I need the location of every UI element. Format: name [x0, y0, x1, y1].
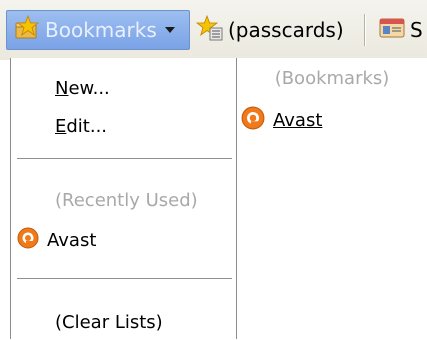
passcards-button-label: (passcards) — [228, 18, 344, 42]
bookmark-item-avast[interactable]: Avast — [237, 102, 427, 138]
avast-icon — [17, 227, 39, 254]
bookmarks-button-label: Bookmarks — [45, 18, 157, 42]
star-list-icon — [195, 14, 224, 46]
recently-used-header: (Recently Used) — [11, 182, 236, 218]
menu-item-edit[interactable]: Edit... — [11, 108, 236, 144]
bookmarks-header-label: (Bookmarks) — [274, 67, 390, 89]
clear-lists-label: (Clear Lists) — [55, 311, 163, 333]
menu-item-recent-avast[interactable]: Avast — [11, 222, 236, 258]
new-label-rest: ew... — [68, 77, 110, 99]
bookmarks-menu-button[interactable]: Bookmarks — [6, 10, 190, 50]
menu-item-new[interactable]: New... — [11, 70, 236, 106]
menu-separator — [17, 278, 232, 279]
edit-label-rest: dit... — [66, 115, 108, 137]
identity-button[interactable]: S — [378, 10, 423, 50]
chevron-down-icon — [164, 27, 175, 33]
id-card-icon — [378, 15, 406, 45]
mnemonic-e: E — [55, 115, 67, 137]
bookmarks-panel: (Bookmarks) Avast — [237, 58, 427, 339]
menu-item-new-label: New... — [55, 78, 110, 99]
menu-separator — [17, 158, 232, 159]
recently-used-label: (Recently Used) — [55, 189, 198, 211]
bookmarks-toolbar: Bookmarks (passcards) S — [0, 0, 427, 60]
toolbar-separator — [364, 14, 366, 46]
menu-item-clear-lists[interactable]: (Clear Lists) — [11, 304, 236, 340]
avast-icon — [241, 106, 265, 135]
bookmarks-dropdown-menu: New... Edit... (Recently Used) Avast (Cl… — [10, 58, 237, 339]
menu-item-edit-label: Edit... — [55, 116, 107, 137]
bookmark-avast-label: Avast — [273, 109, 323, 131]
mnemonic-n: N — [55, 77, 69, 99]
passcards-button[interactable]: (passcards) — [195, 10, 344, 50]
identity-button-label: S — [410, 18, 423, 42]
star-folder-icon — [13, 14, 40, 45]
bookmarks-panel-header: (Bookmarks) — [237, 60, 427, 96]
recent-avast-label: Avast — [47, 229, 97, 251]
